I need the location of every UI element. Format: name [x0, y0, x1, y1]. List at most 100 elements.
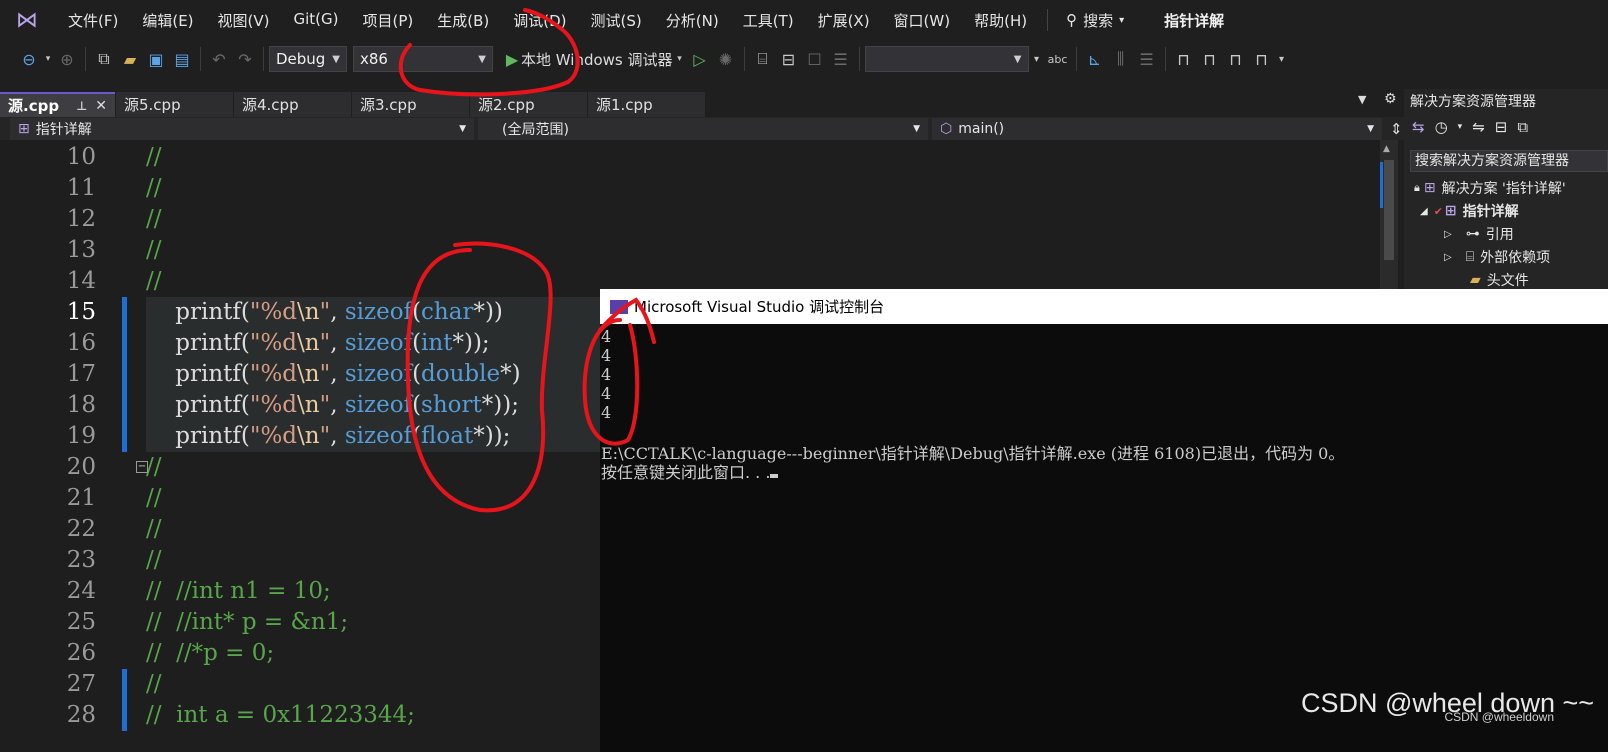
- save-icon[interactable]: ▣: [143, 46, 169, 72]
- indent-icon[interactable]: ⫼: [1108, 46, 1134, 72]
- menu-item[interactable]: 帮助(H): [962, 10, 1039, 31]
- code-line[interactable]: 12 //: [0, 204, 1380, 235]
- start-debugging-button[interactable]: 本地 Windows 调试器: [521, 49, 673, 70]
- browse-icon[interactable]: ⌸: [750, 46, 776, 72]
- tab-label: 源.cpp: [8, 97, 60, 115]
- code-token: //: [146, 175, 162, 201]
- member-dropdown[interactable]: ⬡ main() ▼: [932, 117, 1382, 140]
- tree-item-header-files[interactable]: ▰ 头文件: [1470, 269, 1529, 291]
- find-combo[interactable]: ▼: [864, 46, 1029, 72]
- open-folder-icon[interactable]: ▰: [117, 46, 143, 72]
- platform-dropdown[interactable]: x86 ▼: [353, 46, 493, 72]
- split-editor-icon[interactable]: ⇕: [1390, 120, 1403, 138]
- tree-item-references[interactable]: ▷ ⊶ 引用: [1444, 223, 1514, 245]
- close-icon[interactable]: ✕: [95, 98, 107, 114]
- gear-icon[interactable]: ⚙: [1384, 91, 1397, 107]
- solution-search-input[interactable]: 搜索解决方案资源管理器: [1410, 150, 1608, 172]
- bookmark-clear-icon[interactable]: ⊓: [1249, 46, 1275, 72]
- history-icon[interactable]: ◷: [1435, 118, 1448, 136]
- navigate-back-icon[interactable]: ⊖: [16, 46, 42, 72]
- search-button[interactable]: ⚲ 搜索 ▾: [1056, 10, 1134, 31]
- menu-item[interactable]: 视图(V): [206, 10, 282, 31]
- tree-item-project[interactable]: ◢ ✔ ⊞ 指针详解: [1420, 200, 1519, 222]
- code-token: sizeof: [344, 299, 413, 325]
- console-title: Microsoft Visual Studio 调试控制台: [634, 298, 885, 316]
- scroll-up-icon[interactable]: ▲: [1383, 144, 1390, 154]
- code-token: ": [319, 423, 331, 449]
- comment-icon[interactable]: ☐: [802, 46, 828, 72]
- tab-label: 源1.cpp: [596, 96, 653, 114]
- scope-dropdown[interactable]: (全局范围) ▼: [478, 117, 928, 140]
- code-line[interactable]: 10 //: [0, 142, 1380, 173]
- menu-item[interactable]: 调试(D): [501, 10, 578, 31]
- code-token: //: [146, 144, 162, 170]
- menu-item[interactable]: 生成(B): [425, 10, 501, 31]
- redo-icon[interactable]: ↷: [232, 46, 258, 72]
- outdent-icon[interactable]: ☰: [1134, 46, 1160, 72]
- menu-item[interactable]: 项目(P): [351, 10, 426, 31]
- layout-icon[interactable]: ⊟: [776, 46, 802, 72]
- code-token: ,: [330, 299, 345, 325]
- menu-item[interactable]: 分析(N): [654, 10, 731, 31]
- debug-console-window[interactable]: Microsoft Visual Studio 调试控制台 4 4 4 4 4 E:\CC…: [600, 289, 1608, 752]
- undo-icon[interactable]: ↶: [206, 46, 232, 72]
- collapse-outline-icon[interactable]: −: [136, 461, 148, 473]
- start-without-debugging-icon[interactable]: ▷: [687, 46, 713, 72]
- chevron-down-icon[interactable]: ▾: [1458, 122, 1463, 132]
- copy-icon[interactable]: ⧉: [1517, 118, 1528, 136]
- bookmark-next-icon[interactable]: ⊓: [1223, 46, 1249, 72]
- console-exit-message: E:\CCTALK\c-language---beginner\指针详解\Deb…: [601, 444, 1345, 463]
- tab-document[interactable]: 源2.cpp: [470, 92, 587, 117]
- editor-scrollbar[interactable]: ▲: [1380, 140, 1398, 290]
- code-token: (: [412, 392, 422, 418]
- visual-studio-logo-icon[interactable]: ⋈: [12, 5, 42, 35]
- menu-item[interactable]: 窗口(W): [882, 10, 963, 31]
- navigate-forward-icon[interactable]: ⊕: [54, 46, 80, 72]
- solution-explorer: 解决方案资源管理器 ⇆ ◷ ▾ ⇋ ⊟ ⧉ 搜索解决方案资源管理器 🔒︎ ⊞ 解…: [1404, 89, 1608, 289]
- chevron-down-icon[interactable]: ▾: [42, 46, 54, 72]
- bookmark-prev-icon[interactable]: ⊓: [1197, 46, 1223, 72]
- tab-document[interactable]: 源1.cpp: [588, 92, 705, 117]
- tree-item-external-dependencies[interactable]: ▷ ⌸ 外部依赖项: [1444, 246, 1550, 268]
- code-line[interactable]: 11 //: [0, 173, 1380, 204]
- pin-icon[interactable]: ⊥: [76, 99, 87, 113]
- uncomment-icon[interactable]: ☰: [828, 46, 854, 72]
- code-line[interactable]: 13 //: [0, 235, 1380, 266]
- scrollbar-thumb[interactable]: [1384, 160, 1394, 260]
- console-prompt-line: 按任意键关闭此窗口. . .: [601, 463, 779, 482]
- tree-item-solution[interactable]: 🔒︎ ⊞ 解决方案 '指针详解': [1414, 177, 1566, 199]
- bookmark-icon[interactable]: ⊓: [1171, 46, 1197, 72]
- toolbar-options-icon[interactable]: ▾: [1275, 46, 1289, 72]
- menu-item[interactable]: 文件(F): [56, 10, 130, 31]
- code-text: //: [146, 204, 162, 235]
- tab-document[interactable]: 源3.cpp: [352, 92, 469, 117]
- console-title-bar[interactable]: Microsoft Visual Studio 调试控制台: [600, 289, 1608, 324]
- menu-item[interactable]: 工具(T): [731, 10, 806, 31]
- switch-views-icon[interactable]: ⇋: [1472, 118, 1485, 136]
- menu-item[interactable]: Git(G): [282, 10, 351, 31]
- chevron-down-icon[interactable]: ▾: [673, 46, 687, 72]
- collapsed-arrow-icon: ▷: [1444, 251, 1452, 263]
- tab-document[interactable]: 源5.cpp: [116, 92, 233, 117]
- project-dropdown[interactable]: ⊞ 指针详解 ▼: [10, 117, 474, 140]
- spell-check-icon[interactable]: abc: [1045, 46, 1071, 72]
- menu-item[interactable]: 测试(S): [579, 10, 654, 31]
- hot-reload-icon[interactable]: ✺: [713, 46, 739, 72]
- tab-list-dropdown-icon[interactable]: ▼: [1358, 93, 1366, 106]
- overflow-icon[interactable]: ▾: [1029, 46, 1045, 72]
- code-token: //: [146, 206, 162, 232]
- new-item-icon[interactable]: ⧉: [91, 46, 117, 72]
- tab-document[interactable]: 源4.cpp: [234, 92, 351, 117]
- change-indicator: [122, 359, 127, 390]
- code-text: //: [146, 142, 162, 173]
- select-icon[interactable]: ⊾: [1082, 46, 1108, 72]
- menu-item[interactable]: 扩展(X): [806, 10, 882, 31]
- start-debugging-icon[interactable]: ▶: [503, 46, 521, 72]
- sync-icon[interactable]: ⇆: [1412, 118, 1425, 136]
- save-all-icon[interactable]: ▤: [169, 46, 195, 72]
- tab-active[interactable]: 源.cpp ⊥ ✕: [0, 92, 115, 117]
- code-token: char: [421, 299, 474, 325]
- collapse-all-icon[interactable]: ⊟: [1495, 118, 1508, 136]
- configuration-dropdown[interactable]: Debug ▼: [269, 46, 347, 72]
- menu-item[interactable]: 编辑(E): [130, 10, 205, 31]
